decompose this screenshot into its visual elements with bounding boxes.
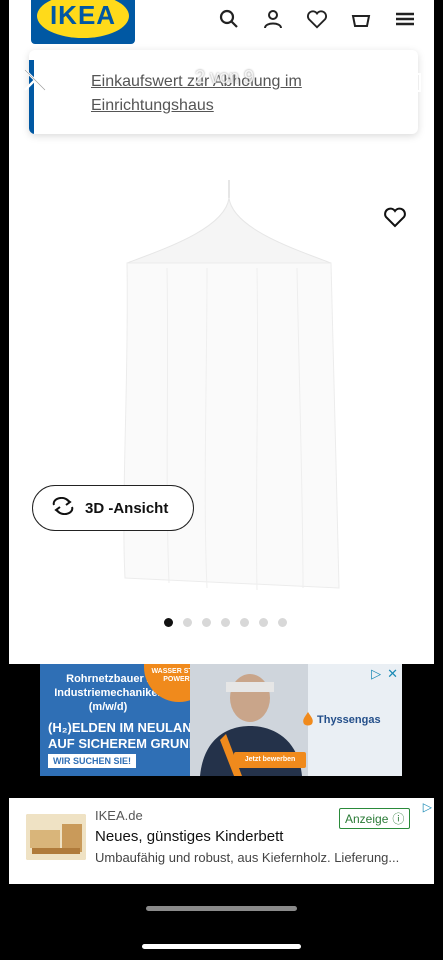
adchoices-play-icon[interactable]: ▷ [423, 800, 432, 814]
ad-domain: IKEA.de [95, 808, 143, 823]
ad-description: Umbaufähig und robust, aus Kiefernholz. … [95, 850, 400, 865]
carousel-dot[interactable] [240, 618, 249, 627]
product-page: IKEA Einkaufswert zur Abholung im Einric… [9, 0, 434, 664]
carousel-dot[interactable] [221, 618, 230, 627]
share-icon[interactable] [395, 62, 425, 94]
header-icons [218, 8, 416, 30]
info-icon: ⓘ [392, 812, 405, 826]
product-image[interactable] [107, 178, 347, 598]
basket-icon[interactable] [350, 8, 372, 30]
ad-cta[interactable]: WIR SUCHEN SIE! [48, 754, 137, 768]
ad-brand: Thyssengas [302, 708, 396, 732]
ikea-text-ad[interactable]: IKEA.de Neues, günstiges Kinderbett Umba… [9, 798, 434, 884]
heart-icon[interactable] [306, 8, 328, 30]
logo-text: IKEA [49, 0, 117, 30]
home-indicator [142, 944, 301, 949]
thyssengas-ad[interactable]: Rohrnetzbauer / Industriemechaniker (m/w… [40, 664, 402, 776]
carousel-dot[interactable] [183, 618, 192, 627]
sheet-handle[interactable] [146, 906, 297, 911]
ikea-logo[interactable]: IKEA [31, 0, 135, 44]
carousel-dot[interactable] [202, 618, 211, 627]
ad-title[interactable]: Neues, günstiges Kinderbett [95, 828, 283, 845]
user-icon[interactable] [262, 8, 284, 30]
ad-badge[interactable]: Anzeige ⓘ [339, 808, 411, 829]
carousel-dot[interactable] [278, 618, 287, 627]
view-3d-button[interactable]: 3D -Ansicht [32, 485, 194, 531]
carousel-dot[interactable] [164, 618, 173, 627]
viewer-heart-icon[interactable] [345, 64, 375, 94]
close-icon[interactable] [21, 66, 49, 94]
screen: IKEA Einkaufswert zur Abholung im Einric… [0, 0, 443, 960]
rotate-icon [51, 496, 75, 520]
adchoices-icon[interactable]: ▷ [371, 666, 381, 682]
view-3d-label: 3D -Ansicht [85, 499, 169, 517]
ad-thumbnail [26, 814, 86, 860]
favorite-heart-icon[interactable] [383, 206, 407, 228]
carousel-dot[interactable] [259, 618, 268, 627]
image-counter: 2 von 9 [195, 67, 255, 87]
carousel-dots [164, 618, 287, 627]
ad-choices[interactable]: ▷ ✕ [371, 666, 398, 682]
menu-icon[interactable] [394, 8, 416, 30]
brand-logo-icon [302, 711, 314, 729]
ad-close-icon[interactable]: ✕ [387, 666, 398, 682]
search-icon[interactable] [218, 8, 240, 30]
ad-apply-button[interactable]: Jetzt bewerben [234, 752, 306, 768]
